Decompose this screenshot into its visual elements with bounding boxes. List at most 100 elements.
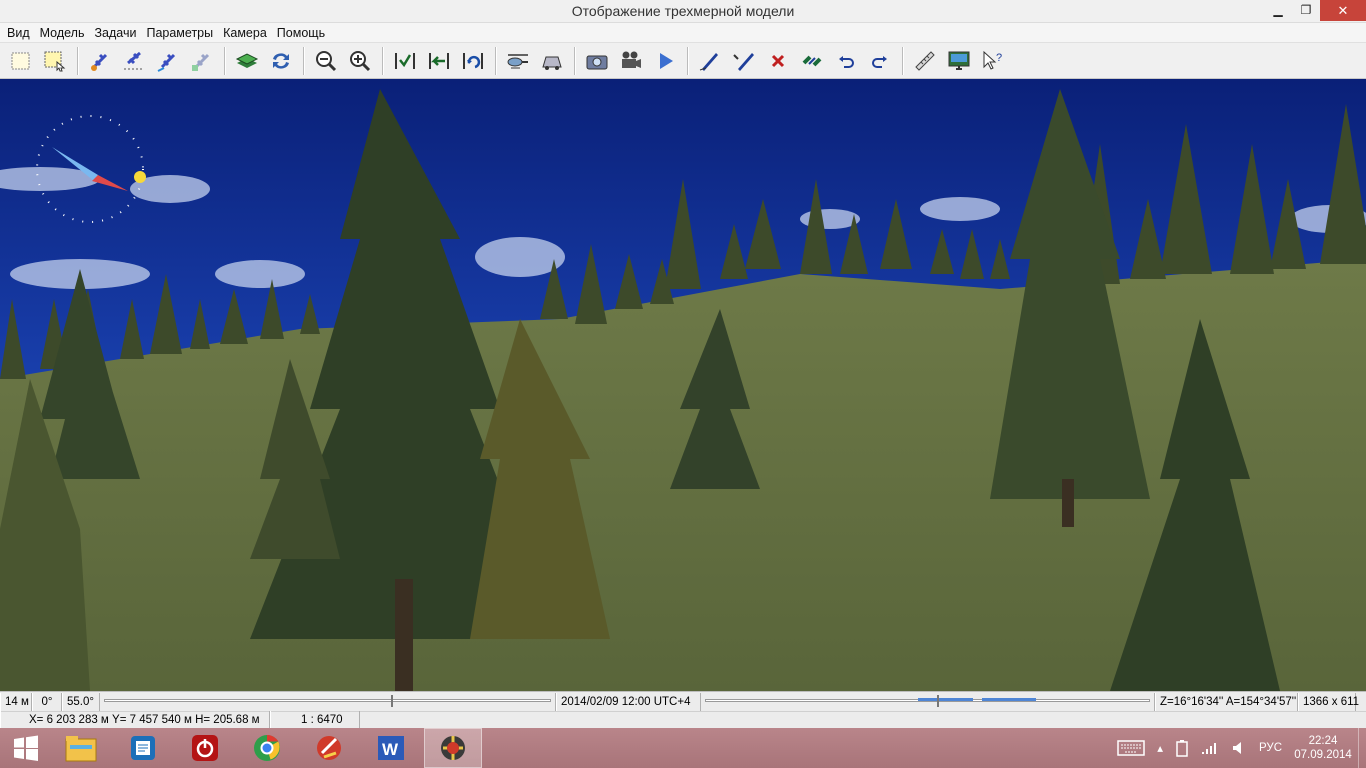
- ccleaner-icon: [317, 736, 341, 760]
- start-button[interactable]: [0, 728, 52, 768]
- clock-time: 22:24: [1308, 735, 1338, 747]
- plane-disabled-button[interactable]: [187, 46, 217, 76]
- ruler-button[interactable]: [910, 46, 940, 76]
- fov-slider-knob[interactable]: [391, 694, 394, 707]
- layers-icon: [235, 52, 259, 68]
- helicopter-button[interactable]: [503, 46, 533, 76]
- play-button[interactable]: [650, 46, 680, 76]
- plane-fly-icon: [157, 53, 176, 72]
- menu-model[interactable]: Модель: [36, 26, 91, 40]
- video-camera-icon: [622, 51, 641, 68]
- maximize-button[interactable]: ❐: [1292, 0, 1320, 21]
- menu-help[interactable]: Помощь: [273, 26, 331, 40]
- delete-button[interactable]: [763, 46, 793, 76]
- word-icon: W: [378, 736, 404, 760]
- title-bar: Отображение трехмерной модели ▁ ❐ ✕: [0, 0, 1366, 23]
- check-view-icon: [395, 52, 415, 69]
- layers-button[interactable]: [232, 46, 262, 76]
- zoom-out-icon: [316, 50, 337, 71]
- close-button[interactable]: ✕: [1320, 0, 1366, 21]
- select-area-button[interactable]: [6, 46, 36, 76]
- rotate-view-button[interactable]: [458, 46, 488, 76]
- taskbar-chrome[interactable]: [238, 728, 296, 768]
- time-slider[interactable]: [701, 692, 1155, 711]
- menu-view[interactable]: Вид: [3, 26, 36, 40]
- link-button[interactable]: [797, 46, 827, 76]
- plane-settings-button[interactable]: [85, 46, 115, 76]
- chevron-up-icon: ▴: [1157, 743, 1163, 755]
- taskbar-map3d[interactable]: [424, 728, 482, 768]
- undo-button[interactable]: [831, 46, 861, 76]
- clock-date: 07.09.2014: [1294, 749, 1352, 761]
- helicopter-icon: [507, 53, 528, 68]
- camera-icon: [586, 55, 608, 69]
- height-readout: 14 м: [0, 692, 32, 711]
- video-camera-button[interactable]: [616, 46, 646, 76]
- ruler-icon: [915, 50, 935, 71]
- show-desktop-button[interactable]: [1358, 728, 1366, 768]
- plane-path-icon: [124, 51, 144, 69]
- toolbar: ?: [0, 42, 1366, 79]
- monitor-button[interactable]: [944, 46, 974, 76]
- taskbar: W ▴ РУС 22:24 07.09.2014: [0, 728, 1366, 768]
- vehicle-button[interactable]: [537, 46, 567, 76]
- delete-icon: [771, 54, 785, 67]
- zoom-in-button[interactable]: [345, 46, 375, 76]
- language-indicator[interactable]: РУС: [1259, 742, 1282, 754]
- help-pointer-icon: ?: [983, 50, 1002, 70]
- clock[interactable]: 22:24 07.09.2014: [1288, 734, 1358, 762]
- taskbar-ccleaner[interactable]: [300, 728, 358, 768]
- taskbar-file-explorer[interactable]: [52, 728, 110, 768]
- touch-keyboard-button[interactable]: [1117, 739, 1145, 757]
- battery-indicator[interactable]: [1175, 739, 1189, 757]
- select-area-icon: [11, 52, 30, 69]
- status-bar-bottom: X= 6 203 283 м Y= 7 457 540 м H= 205.68 …: [0, 711, 1366, 729]
- vehicle-icon: [542, 56, 562, 70]
- map3d-app-icon: [441, 736, 465, 760]
- taskbar-word[interactable]: W: [362, 728, 420, 768]
- zoom-out-button[interactable]: [311, 46, 341, 76]
- taskbar-power[interactable]: [176, 728, 234, 768]
- volume-indicator[interactable]: [1231, 740, 1247, 756]
- system-tray: ▴ РУС 22:24 07.09.2014: [1111, 728, 1366, 768]
- control-panel-icon: [131, 736, 155, 760]
- speaker-icon: [1232, 742, 1241, 754]
- check-view-button[interactable]: [390, 46, 420, 76]
- menu-camera[interactable]: Камера: [219, 26, 273, 40]
- show-hidden-icons-button[interactable]: ▴: [1157, 741, 1163, 755]
- svg-text:W: W: [382, 740, 399, 759]
- refresh-icon: [273, 52, 289, 69]
- menu-bar: Вид Модель Задачи Параметры Камера Помощ…: [0, 23, 1366, 42]
- time-slider-knob[interactable]: [936, 694, 939, 707]
- refresh-button[interactable]: [266, 46, 296, 76]
- minimize-button[interactable]: ▁: [1264, 0, 1292, 21]
- draw-pen-button[interactable]: [695, 46, 725, 76]
- select-object-button[interactable]: [40, 46, 70, 76]
- undo-icon: [839, 55, 854, 68]
- status-bar-top: 14 м 0° 55.0° 2014/02/09 12:00 UTC+4 Z=1…: [0, 691, 1366, 711]
- signal-icon: [1201, 743, 1216, 754]
- help-pointer-button[interactable]: ?: [978, 46, 1008, 76]
- sun-icon: [134, 171, 146, 183]
- network-indicator[interactable]: [1201, 740, 1219, 756]
- draw-pen-icon: [699, 52, 718, 71]
- fov-slider[interactable]: [100, 692, 556, 711]
- 3d-viewport[interactable]: [0, 79, 1366, 691]
- battery-icon: [1176, 740, 1188, 757]
- plane-fly-button[interactable]: [153, 46, 183, 76]
- file-explorer-icon: [65, 736, 97, 762]
- draw-edit-pen-button[interactable]: [729, 46, 759, 76]
- plane-disabled-icon: [192, 53, 210, 71]
- redo-icon: [872, 55, 887, 68]
- link-icon: [802, 55, 822, 66]
- back-view-button[interactable]: [424, 46, 454, 76]
- back-view-icon: [429, 52, 449, 69]
- camera-button[interactable]: [582, 46, 612, 76]
- app-window: Отображение трехмерной модели ▁ ❐ ✕ Вид …: [0, 0, 1366, 729]
- redo-button[interactable]: [865, 46, 895, 76]
- plane-path-button[interactable]: [119, 46, 149, 76]
- fov-readout: 55.0°: [62, 692, 100, 711]
- menu-tasks[interactable]: Задачи: [91, 26, 143, 40]
- taskbar-control-panel[interactable]: [114, 728, 172, 768]
- menu-parameters[interactable]: Параметры: [142, 26, 219, 40]
